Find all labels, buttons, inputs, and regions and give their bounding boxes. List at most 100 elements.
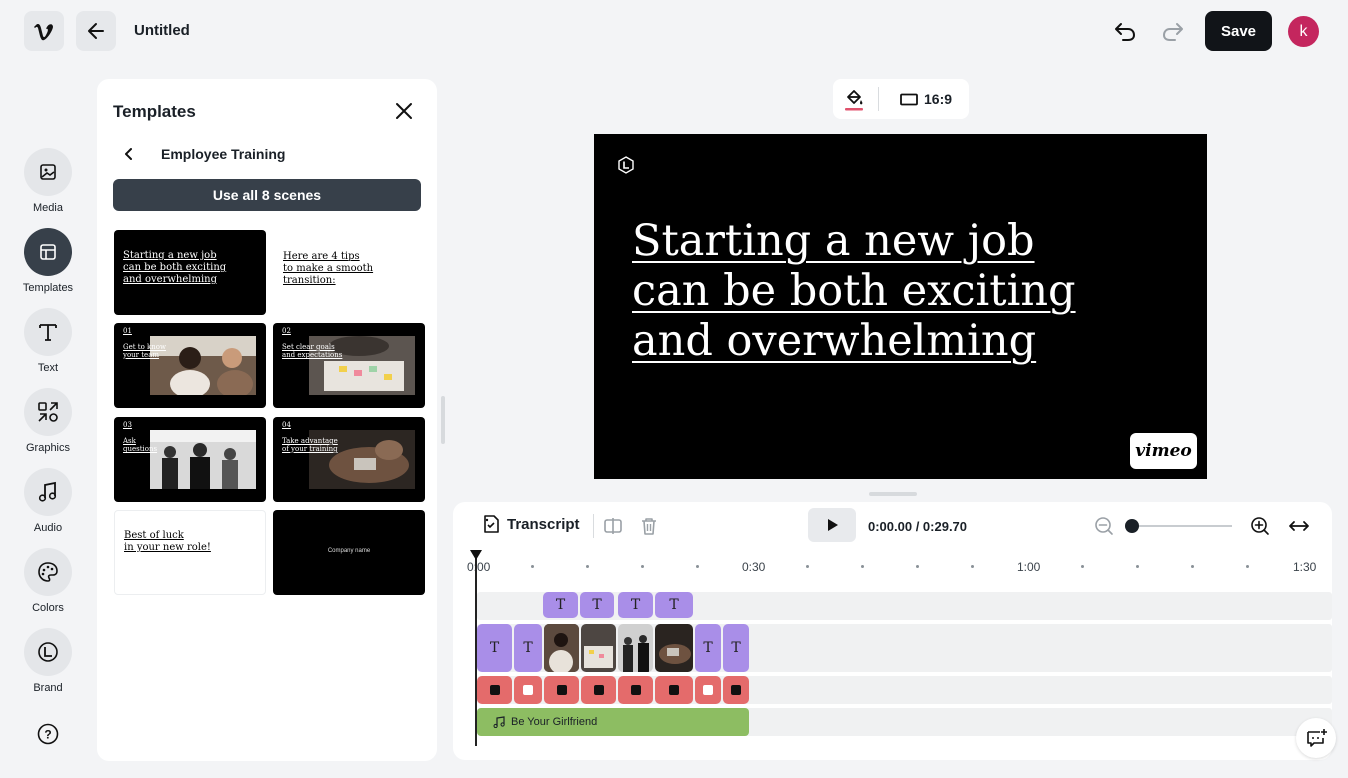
ruler-label: 1:00: [1017, 560, 1041, 574]
panel-title: Templates: [113, 102, 196, 121]
project-title[interactable]: Untitled: [134, 22, 190, 39]
canvas-headline[interactable]: Starting a new job can be both exciting …: [632, 216, 1076, 366]
redo-button[interactable]: [1158, 16, 1188, 46]
paint-bucket-icon[interactable]: [844, 88, 864, 112]
sidebar-item-label: Colors: [32, 602, 64, 614]
video-canvas[interactable]: Starting a new job can be both exciting …: [594, 134, 1207, 479]
transcript-button[interactable]: Transcript: [481, 514, 580, 534]
scene-text: Starting a new job can be both exciting …: [123, 250, 227, 285]
scene-clip[interactable]: T: [514, 624, 542, 672]
feedback-button[interactable]: [1296, 718, 1336, 758]
transcript-label: Transcript: [507, 515, 580, 533]
template-scene-2[interactable]: Here are 4 tips to make a smooth transit…: [273, 230, 425, 315]
voiceover-clip[interactable]: [655, 676, 693, 704]
close-icon[interactable]: [394, 101, 414, 121]
music-note-icon: [38, 481, 57, 502]
template-scene-1[interactable]: Starting a new job can be both exciting …: [114, 230, 266, 315]
scene-text: Set clear goals and expectations: [282, 343, 343, 359]
voiceover-clip[interactable]: [477, 676, 512, 704]
sidebar-item-templates[interactable]: Templates: [18, 228, 78, 294]
playhead-line[interactable]: [475, 550, 477, 746]
scene-clip[interactable]: T: [695, 624, 721, 672]
text-clip[interactable]: T: [580, 592, 614, 618]
zoom-slider-track[interactable]: [1126, 525, 1232, 527]
scene-text: Take advantage of your training: [282, 437, 338, 453]
sidebar-item-graphics[interactable]: Graphics: [18, 388, 78, 454]
scene-clip[interactable]: [581, 624, 616, 672]
transcript-icon: [484, 515, 499, 533]
scene-clip[interactable]: [544, 624, 579, 672]
panel-resize-handle[interactable]: [441, 396, 445, 444]
voiceover-clip[interactable]: [514, 676, 542, 704]
ruler-tick: [1191, 565, 1194, 568]
scene-clip[interactable]: [618, 624, 653, 672]
voiceover-clip[interactable]: [695, 676, 721, 704]
fit-timeline-icon[interactable]: [1288, 516, 1310, 536]
scene-number: 03: [123, 421, 132, 429]
zoom-slider-handle[interactable]: [1125, 519, 1139, 533]
scene-clip[interactable]: T: [723, 624, 749, 672]
ruler-label: 0:30: [742, 560, 766, 574]
vimeo-logo-icon: [34, 24, 53, 41]
svg-text:?: ?: [44, 728, 51, 742]
scene-clip[interactable]: T: [477, 624, 512, 672]
template-scene-4[interactable]: 02 Set clear goals and expectations: [273, 323, 425, 408]
back-button[interactable]: [76, 11, 116, 51]
aspect-ratio-icon[interactable]: [900, 93, 918, 106]
sidebar-item-label: Text: [37, 362, 59, 374]
template-scene-7[interactable]: Best of luck in your new role!: [114, 510, 266, 595]
text-clip[interactable]: T: [655, 592, 693, 618]
playhead-handle[interactable]: [470, 550, 482, 560]
template-scene-3[interactable]: 01 Get to know your team: [114, 323, 266, 408]
image-icon: [40, 164, 56, 180]
brand-logo-icon: [618, 156, 634, 174]
text-clip[interactable]: T: [618, 592, 653, 618]
timeline-resize-handle[interactable]: [869, 492, 917, 496]
scene-text: Here are 4 tips to make a smooth transit…: [283, 251, 374, 286]
sidebar-item-media[interactable]: Media: [18, 148, 78, 214]
scene-clip[interactable]: [655, 624, 693, 672]
text-clip[interactable]: T: [543, 592, 578, 618]
ruler-tick: [861, 565, 864, 568]
ruler-label: 1:30: [1293, 560, 1317, 574]
ruler-tick: [696, 565, 699, 568]
sidebar-item-audio[interactable]: Audio: [18, 468, 78, 534]
music-track-title: Be Your Girlfriend: [511, 716, 598, 728]
undo-button[interactable]: [1110, 16, 1140, 46]
template-scene-6[interactable]: 04 Take advantage of your training: [273, 417, 425, 502]
voiceover-clip[interactable]: [544, 676, 579, 704]
redo-icon: [1163, 23, 1183, 41]
ruler-tick: [806, 565, 809, 568]
sidebar-item-text[interactable]: Text: [18, 308, 78, 374]
sidebar-item-colors[interactable]: Colors: [18, 548, 78, 614]
timeline-panel: Transcript 0:00.00 / 0:29.70 0:00 0:30 1…: [453, 502, 1332, 760]
save-button[interactable]: Save: [1205, 11, 1272, 51]
use-all-scenes-button[interactable]: Use all 8 scenes: [113, 179, 421, 211]
vimeo-logo-button[interactable]: [24, 11, 64, 51]
sidebar-item-label: Media: [33, 202, 63, 214]
chevron-left-icon[interactable]: [121, 146, 137, 162]
arrow-left-icon: [88, 23, 104, 39]
brand-icon: [38, 642, 58, 662]
help-icon[interactable]: ?: [37, 723, 59, 745]
play-button[interactable]: [808, 508, 856, 542]
music-clip[interactable]: Be Your Girlfriend: [477, 708, 749, 736]
zoom-out-icon[interactable]: [1094, 516, 1114, 536]
avatar[interactable]: k: [1288, 16, 1319, 47]
split-clip-icon[interactable]: [603, 516, 623, 536]
zoom-in-icon[interactable]: [1250, 516, 1270, 536]
sidebar-item-brand[interactable]: Brand: [18, 628, 78, 694]
vimeo-watermark: vimeo: [1130, 433, 1197, 469]
template-scene-5[interactable]: 03 Ask questions: [114, 417, 266, 502]
goals-thumbnail-image: [581, 624, 616, 672]
sidebar-item-label: Brand: [33, 682, 63, 694]
palette-icon: [38, 562, 58, 582]
feedback-icon: [1307, 729, 1327, 747]
aspect-ratio-label[interactable]: 16:9: [924, 91, 952, 107]
voiceover-clip[interactable]: [723, 676, 749, 704]
voiceover-clip[interactable]: [618, 676, 653, 704]
trash-icon[interactable]: [640, 516, 658, 536]
meeting-thumbnail-image: [618, 624, 653, 672]
template-scene-8[interactable]: Company name: [273, 510, 425, 595]
voiceover-clip[interactable]: [581, 676, 616, 704]
